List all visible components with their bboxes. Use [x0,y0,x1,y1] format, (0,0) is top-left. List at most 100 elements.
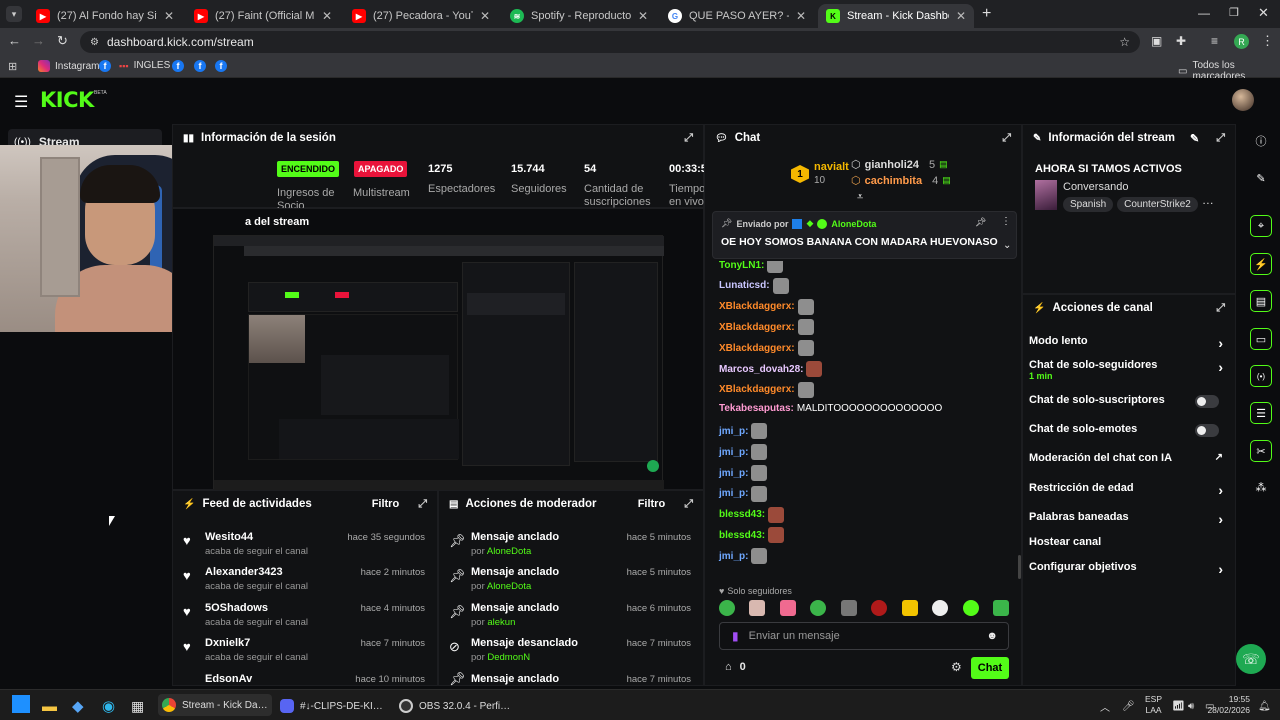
emote-button[interactable] [810,600,827,616]
bookmark-ingles[interactable]: ▪▪▪ INGLES [119,60,170,71]
hamburger-menu-icon[interactable]: ☰ [14,92,28,112]
tag[interactable]: CounterStrike2 [1117,197,1198,212]
chat-username[interactable]: TonyLN1: [719,261,764,271]
chat-input[interactable]: ▮ Enviar un mensaje ☻ [719,622,1009,650]
mod-user[interactable]: AloneDota [487,581,531,592]
emote-button[interactable] [749,600,766,616]
emote-button[interactable] [932,600,949,616]
chat-username[interactable]: jmi_p: [719,551,748,562]
tag[interactable]: Spanish [1063,197,1114,212]
reload-icon[interactable]: ↻ [57,33,68,49]
extension-icon[interactable]: ▣ [1151,34,1162,48]
stream-preview-video[interactable] [213,235,664,490]
new-tab-button[interactable]: + [982,5,991,23]
top-gifter-3[interactable]: ⬡ cachimbita 4 ▤ [851,174,951,188]
expand-icon[interactable]: ⤢ [1216,132,1225,145]
chat-username[interactable]: jmi_p: [719,426,748,437]
status-encendido[interactable]: ENCENDIDO [277,161,340,177]
media-icon[interactable]: ≡ [1211,34,1218,48]
expand-icon[interactable]: ⤢ [1002,132,1011,145]
emote-button[interactable] [840,600,857,616]
modo-lento-row[interactable]: Modo lento › [1029,335,1223,351]
filter-button[interactable]: Filtro [372,498,400,510]
mic-icon[interactable]: 🎤︎ [1122,696,1135,716]
category-name[interactable]: Conversando [1063,181,1128,193]
lightning-icon[interactable]: ⚡ [1250,253,1272,275]
chat-username[interactable]: jmi_p: [719,488,748,499]
browser-tab[interactable]: ▶ (27) Faint (Official Music Video) ✕ [186,4,340,28]
chat-username[interactable]: blessd43: [719,509,765,520]
settings-gear-icon[interactable]: ⚙ [951,660,962,674]
bookmark-facebook[interactable]: f [172,60,184,72]
bookmark-facebook[interactable]: f [194,60,206,72]
puzzle-icon[interactable]: ✚ [1176,34,1186,48]
profile-avatar[interactable]: R [1234,34,1249,49]
hostear-canal-row[interactable]: Hostear canal [1029,536,1223,552]
wifi-icon[interactable]: 📶︎ [1172,696,1185,716]
bookmark-facebook[interactable]: f [215,60,227,72]
pinned-message[interactable]: 📌︎ Enviado por ◆ AloneDota 📌︎ ⋮ OE HOY S… [712,211,1017,259]
solo-seguidores-row[interactable]: Chat de solo-seguidores 1 min › [1029,359,1223,385]
unpin-icon[interactable]: 📌︎ [975,217,986,228]
emote-button[interactable] [901,600,918,616]
site-info-icon[interactable]: ⚙ [90,37,99,48]
edit-icon[interactable]: ✎ [1190,132,1199,145]
file-explorer-icon[interactable]: ▬ [42,696,57,716]
expand-icon[interactable]: ⤢ [684,132,693,145]
status-apagado[interactable]: APAGADO [354,161,408,177]
start-icon[interactable] [12,695,30,713]
chat-username[interactable]: Marcos_dovah28: [719,364,803,375]
minimize-icon[interactable]: — [1198,6,1210,20]
emote-button[interactable] [871,600,888,616]
emote-button[interactable] [962,600,979,616]
more-menu-icon[interactable]: ⋮ [1261,33,1274,49]
chat-scrollbar[interactable] [1018,555,1021,579]
bookmark-star-icon[interactable]: ☆ [1119,35,1130,49]
broadcast-icon[interactable]: (•) [1250,365,1272,387]
browser-tab-active[interactable]: K Stream - Kick Dashboard ✕ [818,4,974,28]
back-icon[interactable]: ← [8,33,21,48]
expand-icon[interactable]: ⤢ [418,498,427,511]
send-chat-button[interactable]: Chat [971,657,1009,679]
store-icon[interactable]: ▦ [131,696,144,716]
url-bar[interactable]: ⚙ dashboard.kick.com/stream ☆ [80,31,1140,53]
chevron-down-icon[interactable]: ⌄ [1003,240,1011,251]
taskbar-chrome[interactable]: Stream - Kick Dashboar [158,694,272,716]
document-icon[interactable]: ▤ [1250,290,1272,312]
moderacion-ia-row[interactable]: Moderación del chat con IA ↗ [1029,452,1223,468]
chat-username[interactable]: jmi_p: [719,468,748,479]
chat-username[interactable]: Lunaticsd: [719,280,770,291]
edge-icon[interactable]: ◉ [102,696,115,716]
solo-suscriptores-toggle[interactable] [1195,395,1219,408]
copilot-icon[interactable]: ◆ [72,696,84,716]
close-icon[interactable]: ✕ [322,9,332,23]
close-icon[interactable]: ✕ [956,9,966,23]
mic-icon[interactable]: ▮ [732,629,739,643]
forward-icon[interactable]: → [32,33,45,48]
close-icon[interactable]: ✕ [164,9,174,23]
mod-user[interactable]: alekun [487,617,515,628]
palabras-baneadas-row[interactable]: Palabras baneadas › [1029,511,1223,527]
top-gifter-1[interactable]: 1 navialt 10 [791,161,849,187]
expand-icon[interactable]: ⤢ [684,498,693,511]
kick-logo[interactable]: KICK [40,88,94,112]
browser-tab[interactable]: ▶ (27) Pecadora - YouTube ✕ [344,4,498,28]
collapse-icon[interactable]: ⩡ [857,191,863,204]
target-icon[interactable]: ⌖ [1250,215,1272,237]
more-icon[interactable]: ⋮ [1001,216,1011,227]
clock[interactable]: 19:55 28/02/2026 [1207,694,1250,715]
bookmark-instagram[interactable]: Instagram [38,60,99,72]
taskbar-obs[interactable]: OBS 32.0.4 - Perfil: Sin T [399,696,511,716]
chat-username[interactable]: XBlackdaggerx: [719,322,795,333]
info-icon[interactable]: ⓘ [1250,130,1272,152]
mod-user[interactable]: AloneDota [487,546,531,557]
chat-username[interactable]: XBlackdaggerx: [719,384,795,395]
browser-tab[interactable]: ▶ (27) Al Fondo hay Sitio 8: Belén ✕ [28,4,182,28]
configurar-objetivos-row[interactable]: Configurar objetivos › [1029,561,1223,577]
restore-icon[interactable]: ❐ [1229,6,1239,19]
close-icon[interactable]: ✕ [480,9,490,23]
share-icon[interactable]: ⁂ [1250,476,1272,498]
apps-grid-icon[interactable]: ⊞ [8,60,17,73]
chat-username[interactable]: XBlackdaggerx: [719,343,795,354]
tab-search-button[interactable]: ▾ [6,6,22,22]
